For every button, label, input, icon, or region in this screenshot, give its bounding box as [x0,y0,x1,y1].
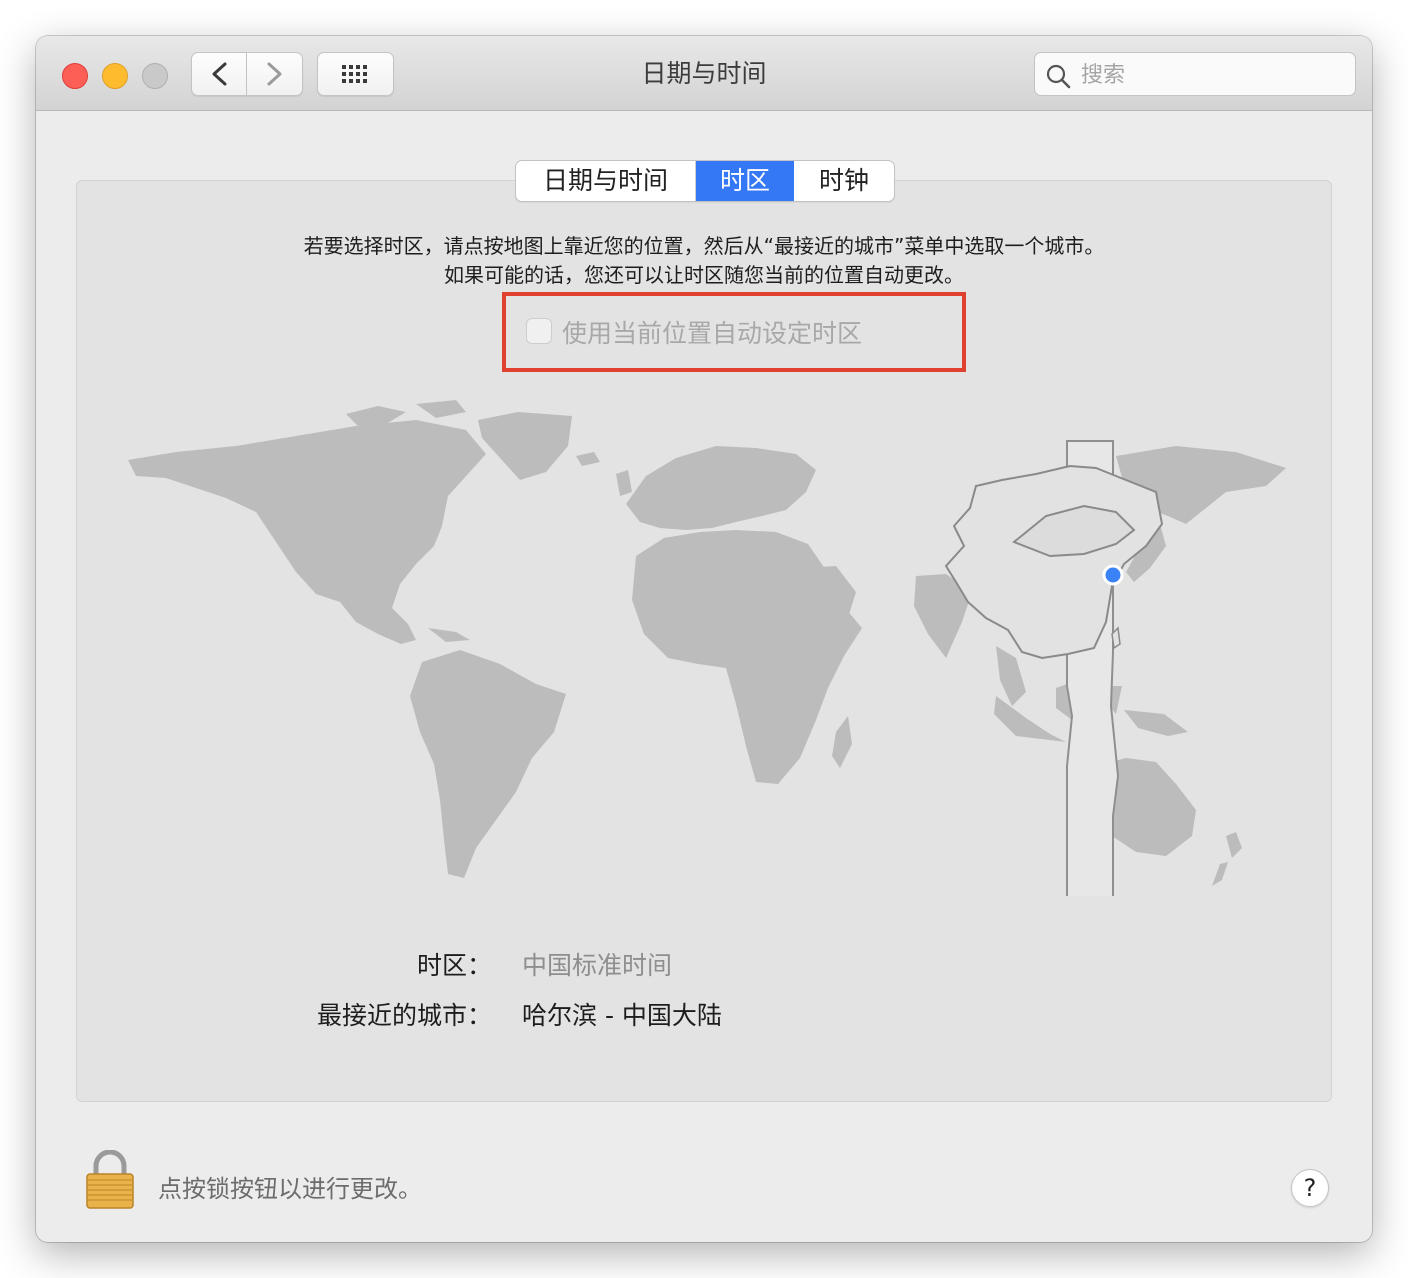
search-icon [1046,64,1071,89]
china-region[interactable] [944,464,1164,660]
lock-icon[interactable] [84,1150,136,1210]
tab-bar: 日期与时间 时区 时钟 [515,160,895,202]
lock-message: 点按锁按钮以进行更改。 [158,1175,422,1203]
tab-clock[interactable]: 时钟 [794,161,894,201]
instructions-line-2: 如果可能的话，您还可以让时区随您当前的位置自动更改。 [444,263,964,287]
tab-timezone[interactable]: 时区 [696,161,794,201]
tab-date-time[interactable]: 日期与时间 [516,161,696,201]
closest-city-label: 最接近的城市： [316,1001,492,1030]
instructions: 若要选择时区，请点按地图上靠近您的位置，然后从“最接近的城市”菜单中选取一个城市… [36,232,1372,290]
auto-timezone-label: 使用当前位置自动设定时区 [562,319,863,348]
location-dot[interactable] [1102,564,1124,586]
timezone-value: 中国标准时间 [522,951,673,980]
timezone-label: 时区： [416,951,492,980]
auto-timezone-checkbox[interactable] [526,318,552,344]
help-button[interactable]: ? [1291,1169,1329,1207]
world-map[interactable] [116,396,1296,896]
preferences-window: 日期与时间 日期与时间 时区 时钟 若要选择时区，请点按地图上靠近您的位置，然后… [36,36,1372,1242]
search-input[interactable] [1079,53,1343,97]
instructions-line-1: 若要选择时区，请点按地图上靠近您的位置，然后从“最接近的城市”菜单中选取一个城市… [303,234,1105,258]
search-field[interactable] [1034,52,1356,97]
title-bar: 日期与时间 [36,36,1372,111]
closest-city-value[interactable]: 哈尔滨 - 中国大陆 [522,996,722,1032]
